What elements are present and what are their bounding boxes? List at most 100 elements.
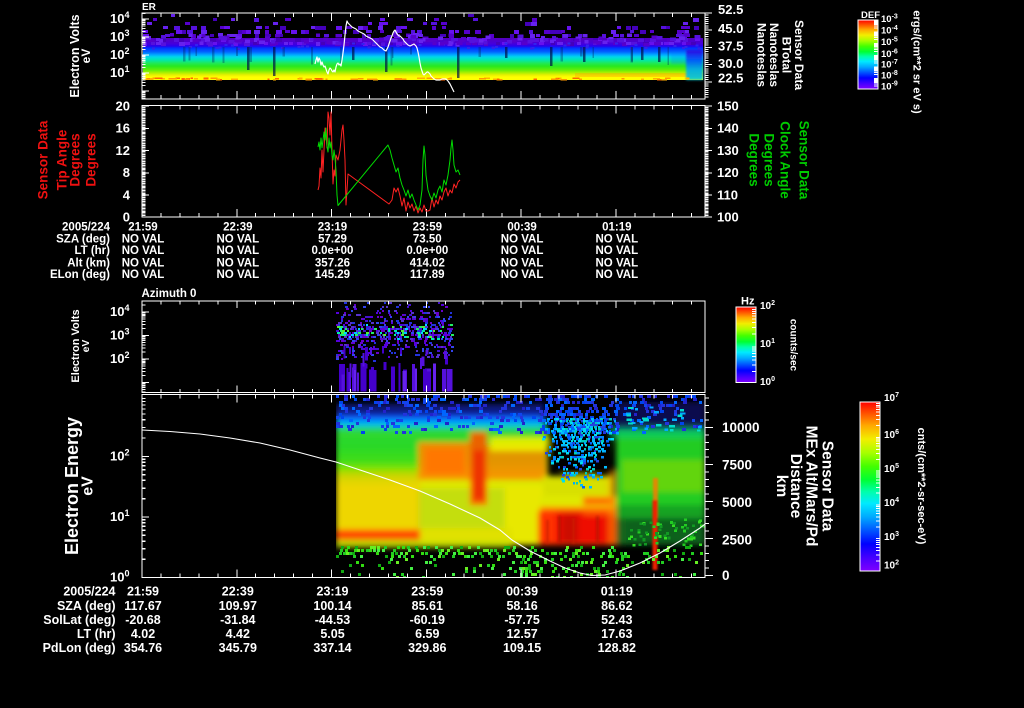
svg-text:0.0e+00: 0.0e+00 (312, 245, 354, 257)
svg-text:NO VAL: NO VAL (596, 245, 639, 257)
svg-text:117.67: 117.67 (124, 599, 162, 613)
svg-text:-20.68: -20.68 (125, 613, 160, 627)
svg-text:NO VAL: NO VAL (501, 269, 544, 281)
svg-text:4.42: 4.42 (226, 627, 250, 641)
svg-text:10000: 10000 (722, 420, 760, 435)
svg-text:DEF: DEF (861, 10, 880, 21)
svg-text:-57.75: -57.75 (504, 613, 539, 627)
svg-text:NO VAL: NO VAL (122, 234, 165, 246)
svg-text:NO VAL: NO VAL (596, 269, 639, 281)
svg-text:-60.19: -60.19 (410, 613, 445, 627)
svg-text:58.16: 58.16 (506, 599, 537, 613)
svg-text:ELon (deg): ELon (deg) (50, 269, 110, 281)
svg-text:Clock Angle: Clock Angle (778, 121, 793, 199)
svg-text:NO VAL: NO VAL (217, 245, 260, 257)
svg-text:counts/sec: counts/sec (788, 319, 799, 372)
svg-text:Alt (km): Alt (km) (67, 258, 110, 270)
svg-text:Sensor Data: Sensor Data (797, 121, 812, 200)
svg-text:357.26: 357.26 (315, 258, 350, 270)
svg-text:Degrees: Degrees (762, 133, 777, 186)
svg-text:345.79: 345.79 (219, 641, 257, 655)
svg-text:NO VAL: NO VAL (501, 234, 544, 246)
svg-text:120: 120 (717, 165, 739, 180)
svg-text:22:39: 22:39 (223, 222, 252, 234)
svg-text:Nanoteslas: Nanoteslas (767, 23, 781, 87)
svg-text:23:19: 23:19 (318, 222, 347, 234)
svg-text:-44.53: -44.53 (315, 613, 350, 627)
svg-text:45.0: 45.0 (718, 21, 743, 36)
svg-text:110: 110 (717, 187, 738, 202)
svg-text:SZA (deg): SZA (deg) (57, 599, 116, 613)
svg-text:17.63: 17.63 (601, 627, 632, 641)
svg-text:140: 140 (717, 121, 739, 136)
svg-text:eV: eV (80, 340, 92, 353)
svg-text:109.97: 109.97 (219, 599, 257, 613)
svg-text:MEx Alt/Mars/Pd: MEx Alt/Mars/Pd (803, 426, 820, 547)
svg-text:23:59: 23:59 (411, 585, 443, 599)
svg-text:00:39: 00:39 (507, 222, 536, 234)
svg-text:117.89: 117.89 (410, 269, 445, 281)
svg-text:100.14: 100.14 (313, 599, 351, 613)
svg-text:ER: ER (142, 2, 157, 13)
svg-text:Distance: Distance (787, 454, 804, 519)
svg-text:23:59: 23:59 (413, 222, 442, 234)
svg-text:eV: eV (79, 49, 93, 64)
svg-text:01:19: 01:19 (602, 222, 631, 234)
svg-text:5000: 5000 (722, 495, 752, 510)
svg-text:NO VAL: NO VAL (217, 269, 260, 281)
svg-text:23:19: 23:19 (317, 585, 349, 599)
svg-text:SZA (deg): SZA (deg) (56, 234, 110, 246)
svg-text:52.43: 52.43 (601, 613, 632, 627)
svg-text:12.57: 12.57 (506, 627, 537, 641)
svg-text:100: 100 (717, 210, 739, 225)
svg-text:Sensor Data: Sensor Data (36, 120, 51, 199)
svg-text:NO VAL: NO VAL (122, 245, 165, 257)
svg-text:150: 150 (717, 99, 739, 114)
svg-text:-31.84: -31.84 (220, 613, 255, 627)
svg-text:NO VAL: NO VAL (122, 269, 165, 281)
svg-text:22:39: 22:39 (222, 585, 254, 599)
svg-text:0: 0 (722, 568, 730, 583)
svg-text:NO VAL: NO VAL (596, 258, 639, 270)
svg-text:Sensor Data: Sensor Data (819, 441, 836, 532)
svg-text:Hz: Hz (741, 296, 755, 308)
svg-text:52.5: 52.5 (718, 2, 743, 17)
svg-text:0.0e+00: 0.0e+00 (406, 245, 448, 257)
svg-text:BTotal: BTotal (780, 37, 794, 73)
svg-text:128.82: 128.82 (598, 641, 636, 655)
svg-text:NO VAL: NO VAL (217, 258, 260, 270)
svg-text:LT (hr): LT (hr) (74, 245, 110, 257)
svg-text:414.02: 414.02 (410, 258, 445, 270)
svg-text:LT (hr): LT (hr) (77, 627, 116, 641)
svg-text:30.0: 30.0 (718, 56, 743, 71)
svg-text:57.29: 57.29 (318, 234, 347, 246)
svg-text:20: 20 (116, 99, 130, 114)
svg-text:7500: 7500 (722, 458, 752, 473)
svg-text:eV: eV (80, 476, 97, 496)
svg-text:00:39: 00:39 (506, 585, 538, 599)
svg-text:Degrees: Degrees (68, 133, 83, 186)
svg-text:329.86: 329.86 (408, 641, 446, 655)
svg-text:2005/224: 2005/224 (63, 585, 115, 599)
svg-text:cnts/(cm**2-sr-sec-eV): cnts/(cm**2-sr-sec-eV) (915, 428, 927, 545)
svg-text:NO VAL: NO VAL (122, 258, 165, 270)
svg-text:NO VAL: NO VAL (501, 258, 544, 270)
svg-text:Degrees: Degrees (84, 133, 99, 186)
svg-text:Nanoteslas: Nanoteslas (755, 23, 769, 87)
svg-text:86.62: 86.62 (601, 599, 632, 613)
svg-text:354.76: 354.76 (124, 641, 162, 655)
svg-text:Azimuth 0: Azimuth 0 (142, 288, 197, 300)
svg-text:NO VAL: NO VAL (217, 234, 260, 246)
svg-text:12: 12 (116, 143, 130, 158)
svg-text:Sensor Data: Sensor Data (792, 20, 806, 90)
svg-text:37.5: 37.5 (718, 39, 743, 54)
svg-text:6.59: 6.59 (415, 627, 439, 641)
svg-text:ergs/(cm**2 sr eV s): ergs/(cm**2 sr eV s) (911, 10, 923, 114)
svg-text:145.29: 145.29 (315, 269, 350, 281)
svg-text:4: 4 (123, 187, 131, 202)
svg-text:21:59: 21:59 (128, 222, 157, 234)
svg-text:SolLat (deg): SolLat (deg) (43, 613, 115, 627)
svg-text:22.5: 22.5 (718, 71, 743, 86)
svg-text:85.61: 85.61 (412, 599, 443, 613)
svg-text:2005/224: 2005/224 (62, 222, 111, 234)
